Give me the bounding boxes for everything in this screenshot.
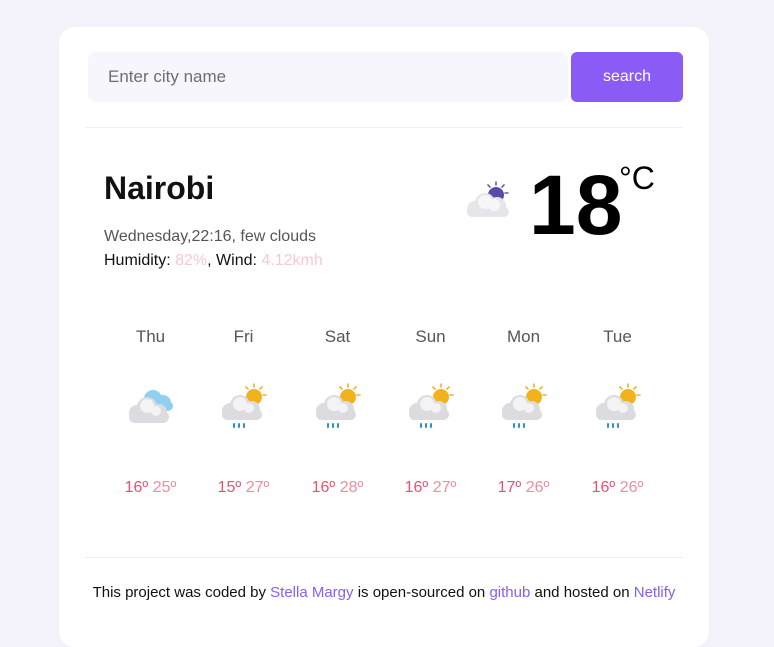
forecast-day-name: Sat [324, 327, 351, 346]
github-link[interactable]: github [489, 584, 530, 601]
search-button[interactable]: search [571, 52, 683, 102]
forecast-temps: 16º 28º [291, 479, 384, 497]
forecast-day-name: Sun [415, 327, 446, 346]
humidity-wind-line: Humidity: 82%, Wind: 4.12kmh [104, 249, 323, 273]
temp-min: 16º [124, 479, 149, 496]
rain-sun-icon [222, 383, 267, 428]
forecast-day-name: Fri [233, 327, 254, 346]
forecast-temps: 16º 26º [571, 479, 664, 497]
forecast-day-name: Tue [603, 327, 632, 346]
temp-min: 16º [311, 479, 336, 496]
forecast-day: Mon 17º 26º [477, 327, 570, 507]
rain-sun-icon [502, 383, 547, 428]
temp-max: 28º [339, 479, 364, 496]
forecast-temps: 16º 27º [384, 479, 477, 497]
footer-text: and hosted on [530, 584, 634, 601]
top-divider [85, 127, 683, 128]
footer: This project was coded by Stella Margy i… [59, 584, 709, 601]
forecast-day: Fri 15º 27º [197, 327, 290, 507]
forecast-row: Thu 16º 25º Fri 15º 27º Sat 16º 28º Sun … [104, 327, 664, 507]
forecast-day: Sat 16º 28º [291, 327, 384, 507]
temp-min: 15º [217, 479, 242, 496]
search-form: search [88, 52, 683, 102]
forecast-day: Thu 16º 25º [104, 327, 197, 507]
forecast-day: Tue 16º 26º [571, 327, 664, 507]
wind-value: 4.12kmh [261, 252, 323, 269]
weather-description: Wednesday,22:16, few clouds [104, 228, 316, 245]
footer-text: This project was coded by [92, 584, 271, 601]
forecast-day-name: Thu [135, 327, 166, 346]
forecast-temps: 17º 26º [477, 479, 570, 497]
city-name: Nairobi [104, 170, 215, 206]
netlify-link[interactable]: Netlify [634, 584, 676, 601]
temp-max: 27º [245, 479, 270, 496]
forecast-temps: 16º 25º [104, 479, 197, 497]
rain-sun-icon [316, 383, 361, 428]
temp-min: 16º [591, 479, 616, 496]
temp-min: 17º [497, 479, 522, 496]
forecast-day-name: Mon [506, 327, 541, 346]
temp-max: 26º [619, 479, 644, 496]
city-search-input[interactable] [88, 52, 568, 102]
weather-card: search Nairobi Wednesday,22:16, few clou… [59, 27, 709, 647]
temp-max: 25º [152, 479, 177, 496]
temp-max: 27º [432, 479, 457, 496]
few-clouds-night-icon [467, 181, 509, 217]
rain-sun-icon [409, 383, 454, 428]
current-temperature: 18 [529, 158, 623, 252]
rain-sun-icon [596, 383, 641, 428]
temperature-unit: °C [619, 160, 655, 196]
wind-label: , Wind: [207, 252, 262, 269]
temp-max: 26º [525, 479, 550, 496]
humidity-value: 82% [175, 252, 208, 269]
footer-text: is open-sourced on [353, 584, 490, 601]
bottom-divider [85, 557, 683, 558]
forecast-temps: 15º 27º [197, 479, 290, 497]
forecast-day: Sun 16º 27º [384, 327, 477, 507]
humidity-label: Humidity: [104, 252, 176, 269]
temp-min: 16º [404, 479, 429, 496]
author-link[interactable]: Stella Margy [270, 584, 353, 601]
clouds-icon [129, 390, 173, 423]
